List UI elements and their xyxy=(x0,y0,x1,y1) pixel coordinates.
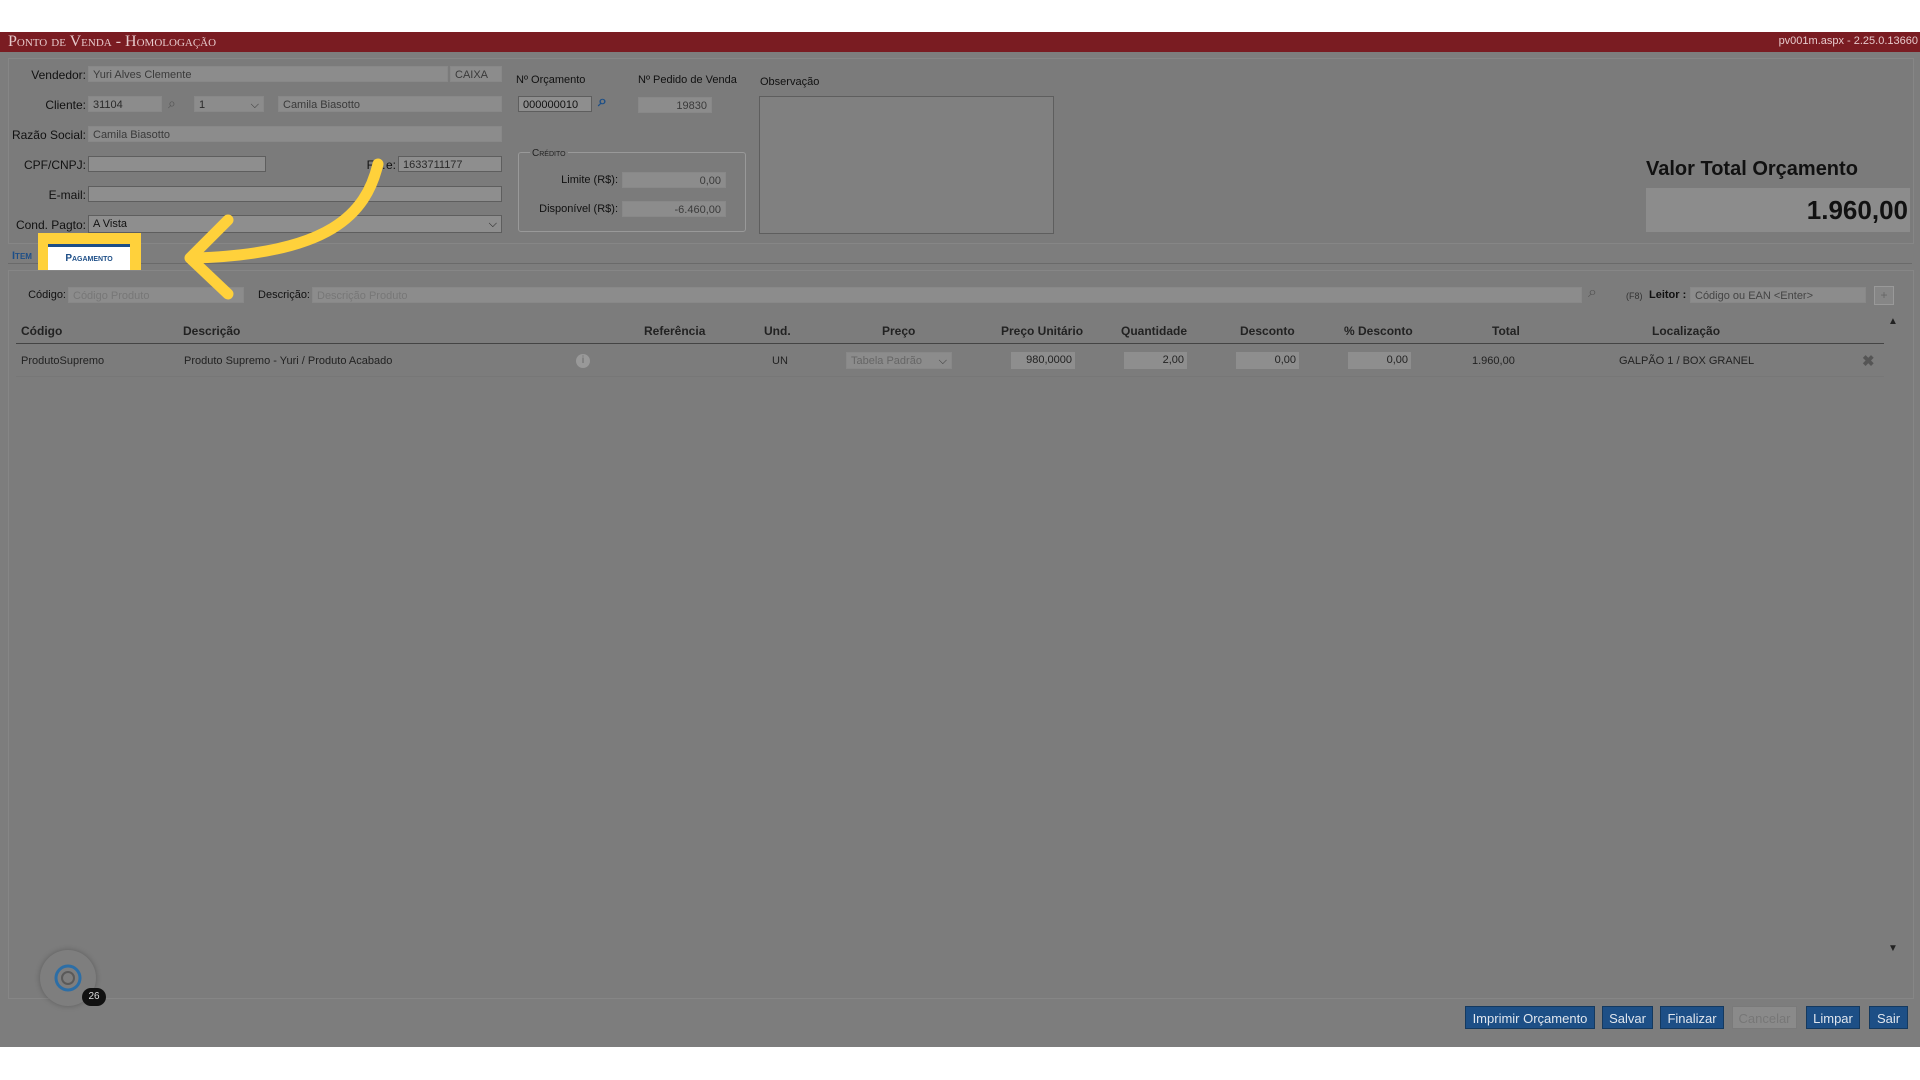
cliente-search-icon[interactable]: ⌕ xyxy=(168,95,176,112)
f8-hint: (F8) xyxy=(1626,291,1643,301)
observacao-label: Observação xyxy=(760,76,820,88)
cell-quantidade[interactable]: 2,00 xyxy=(1124,352,1187,369)
cell-preco-unitario[interactable]: 980,0000 xyxy=(1011,352,1075,369)
col-codigo: Código xyxy=(21,324,63,338)
chevron-down-icon: ⌵ xyxy=(488,218,497,230)
tab-itens[interactable]: Item xyxy=(12,250,32,262)
items-panel xyxy=(8,270,1914,999)
chevron-down-icon: ⌵ xyxy=(250,99,259,111)
cliente-seq-value: 1 xyxy=(199,99,206,111)
col-localizacao: Localização xyxy=(1652,324,1721,338)
app-version: pv001m.aspx - 2.25.0.13660 xyxy=(1778,35,1918,47)
col-preco: Preço xyxy=(882,324,916,338)
fone-label: F…e: xyxy=(366,158,396,172)
info-icon[interactable]: i xyxy=(576,354,590,368)
cond-pagto-label: Cond. Pagto: xyxy=(15,218,86,232)
credito-title: Crédito xyxy=(530,148,568,159)
sair-button[interactable]: Sair xyxy=(1869,1006,1908,1029)
cliente-name-field: Camila Biasotto xyxy=(278,96,502,112)
row-divider xyxy=(16,376,1884,377)
pedido-label: Nº Pedido de Venda xyxy=(638,74,737,86)
orcamento-label: Nº Orçamento xyxy=(516,74,586,86)
orcamento-input[interactable]: 000000010 xyxy=(518,96,592,112)
finalizar-button[interactable]: Finalizar xyxy=(1660,1006,1724,1029)
email-label: E-mail: xyxy=(48,188,86,202)
cell-desconto[interactable]: 0,00 xyxy=(1236,352,1299,369)
cpf-input[interactable] xyxy=(88,156,266,172)
col-descricao: Descrição xyxy=(183,324,241,338)
cell-localizacao: GALPÃO 1 / BOX GRANEL xyxy=(1619,355,1755,367)
chevron-down-icon: ⌵ xyxy=(938,355,947,367)
total-value: 1.960,00 xyxy=(1646,188,1910,232)
limpar-button[interactable]: Limpar xyxy=(1806,1006,1860,1029)
cancelar-button: Cancelar xyxy=(1732,1006,1797,1029)
imprimir-orcamento-button[interactable]: Imprimir Orçamento xyxy=(1465,1006,1595,1029)
delete-row-icon[interactable]: ✖ xyxy=(1862,352,1875,370)
limite-field: 0,00 xyxy=(622,172,726,188)
leitor-input[interactable]: Código ou EAN <Enter> xyxy=(1690,287,1866,303)
cell-total: 1.960,00 xyxy=(1472,355,1515,367)
cell-codigo: ProdutoSupremo xyxy=(21,355,105,367)
descricao-input[interactable]: Descrição Produto xyxy=(312,287,1582,303)
col-desconto: Desconto xyxy=(1240,324,1295,338)
scroll-down-icon[interactable]: ▼ xyxy=(1888,943,1898,954)
col-pct-desconto: % Desconto xyxy=(1344,324,1413,338)
header-divider xyxy=(16,343,1884,344)
product-search-icon[interactable]: ⌕ xyxy=(1588,284,1597,302)
cliente-label: Cliente: xyxy=(45,98,86,112)
descricao-label: Descrição: xyxy=(258,289,310,301)
cell-pct-desconto[interactable]: 0,00 xyxy=(1348,352,1411,369)
pedido-field: 19830 xyxy=(638,97,712,113)
observacao-textarea[interactable] xyxy=(759,96,1054,234)
tab-pagamento-label: Pagamento xyxy=(65,253,113,264)
razao-field: Camila Biasotto xyxy=(88,126,502,142)
cliente-seq-select[interactable]: 1 ⌵ xyxy=(194,96,264,112)
app-title: Ponto de Venda - Homologação xyxy=(8,33,217,50)
cond-pagto-select[interactable]: A Vista ⌵ xyxy=(88,215,502,233)
col-quantidade: Quantidade xyxy=(1121,324,1188,338)
disponivel-label: Disponível (R$): xyxy=(539,203,618,215)
cond-pagto-value: A Vista xyxy=(93,218,128,230)
credito-group xyxy=(518,152,746,232)
cpf-label: CPF/CNPJ: xyxy=(23,158,86,172)
vendedor-field: Yuri Alves Clemente xyxy=(88,66,448,82)
cliente-code-field[interactable]: 31104 xyxy=(88,96,162,112)
col-preco-unitario: Preço Unitário xyxy=(1001,324,1084,338)
col-total: Total xyxy=(1492,324,1520,338)
codigo-input[interactable]: Código Produto xyxy=(68,287,244,303)
total-label: Valor Total Orçamento xyxy=(1646,158,1858,180)
orcamento-search-icon[interactable]: ⌕ xyxy=(598,93,607,111)
col-referencia: Referência xyxy=(644,324,706,338)
cell-descricao: Produto Supremo - Yuri / Produto Acabado xyxy=(184,355,393,367)
disponivel-field: -6.460,00 xyxy=(622,201,726,217)
cell-und: UN xyxy=(772,355,788,367)
vendedor-label: Vendedor: xyxy=(31,68,86,82)
leitor-label: Leitor : xyxy=(1649,289,1687,301)
codigo-label: Código: xyxy=(28,289,66,301)
tabs-divider xyxy=(8,263,1912,264)
col-und: Und. xyxy=(764,324,791,338)
fone-input[interactable]: 1633711177 xyxy=(398,156,502,172)
cell-preco-value: Tabela Padrão xyxy=(851,355,922,367)
limite-label: Limite (R$): xyxy=(561,174,618,186)
salvar-button[interactable]: Salvar xyxy=(1602,1006,1653,1029)
app-title-bar: Ponto de Venda - Homologação pv001m.aspx… xyxy=(0,32,1920,52)
add-item-button[interactable]: + xyxy=(1874,286,1894,305)
notification-badge: 26 xyxy=(82,988,106,1006)
cell-preco-select[interactable]: Tabela Padrão ⌵ xyxy=(846,352,952,369)
caixa-field: CAIXA xyxy=(450,66,502,82)
razao-label: Razão Social: xyxy=(11,128,86,142)
email-input[interactable] xyxy=(88,186,502,202)
scroll-up-icon[interactable]: ▲ xyxy=(1888,316,1898,327)
